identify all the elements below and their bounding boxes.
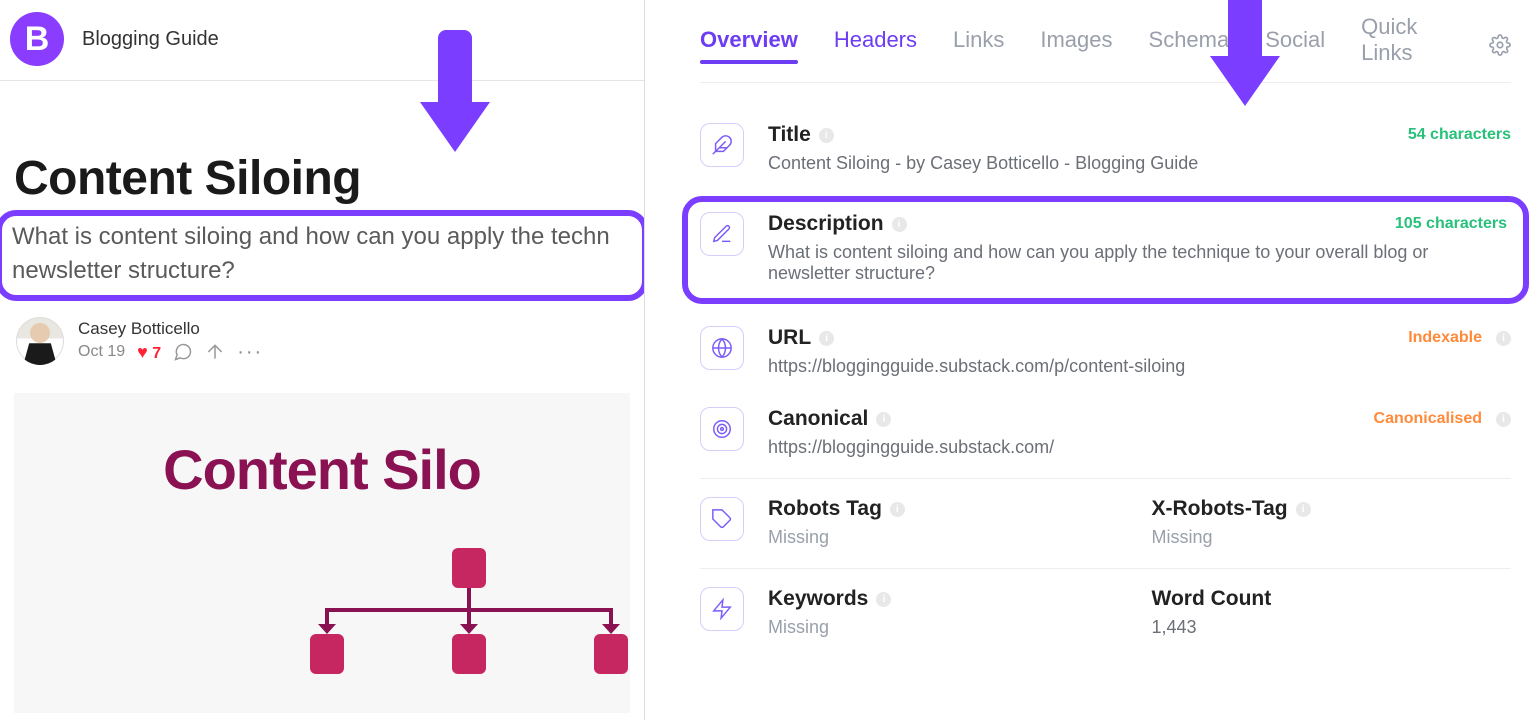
- card-canonical: Canonical i Canonicalised i https://blog…: [700, 397, 1511, 479]
- tab-headers[interactable]: Headers: [834, 27, 917, 63]
- pencil-icon: [700, 212, 744, 256]
- info-icon[interactable]: i: [876, 412, 891, 427]
- canonical-badge: Canonicalised: [1374, 410, 1482, 428]
- info-icon[interactable]: i: [819, 128, 834, 143]
- title-value: Content Siloing - by Casey Botticello - …: [768, 153, 1511, 174]
- wordcount-value: 1,443: [1152, 617, 1512, 638]
- info-icon[interactable]: i: [819, 331, 834, 346]
- comment-icon[interactable]: [173, 342, 193, 362]
- author-row: Casey Botticello Oct 19 ♥ 7 ···: [0, 301, 644, 375]
- title-badge: 54 characters: [1408, 126, 1511, 144]
- tab-social[interactable]: Social: [1265, 27, 1325, 63]
- hero-title-text: Content Silo: [14, 437, 630, 502]
- like-count: 7: [152, 345, 161, 362]
- tab-overview[interactable]: Overview: [700, 27, 798, 63]
- keywords-label: Keywords: [768, 587, 868, 611]
- tab-bar: Overview Headers Links Images Schema Soc…: [700, 0, 1511, 83]
- canonical-value: https://bloggingguide.substack.com/: [768, 437, 1511, 458]
- info-icon[interactable]: i: [892, 217, 907, 232]
- url-badge: Indexable: [1408, 329, 1482, 347]
- info-icon[interactable]: i: [1496, 412, 1511, 427]
- url-value: https://bloggingguide.substack.com/p/con…: [768, 356, 1511, 377]
- card-robots-row: Robots Tag i Missing X-Robots-Tag i Miss…: [700, 487, 1511, 569]
- settings-button[interactable]: [1489, 34, 1511, 56]
- description-value: What is content siloing and how can you …: [768, 242, 1507, 284]
- bolt-icon: [700, 587, 744, 631]
- author-name[interactable]: Casey Botticello: [78, 319, 263, 339]
- robots-label: Robots Tag: [768, 497, 882, 521]
- description-label: Description: [768, 212, 884, 236]
- more-icon[interactable]: ···: [237, 341, 263, 364]
- hero-image: Content Silo: [14, 393, 630, 713]
- title-label: Title: [768, 123, 811, 147]
- feather-icon: [700, 123, 744, 167]
- info-icon[interactable]: i: [1496, 331, 1511, 346]
- post-date: Oct 19: [78, 343, 125, 361]
- card-keywords-row: Keywords i Missing Word Count 1,443: [700, 577, 1511, 658]
- publication-header: B Blogging Guide: [0, 0, 644, 81]
- heart-icon: ♥: [137, 342, 148, 362]
- xrobots-value: Missing: [1152, 527, 1512, 548]
- post-subtitle: What is content siloing and how can you …: [12, 220, 632, 287]
- publication-name[interactable]: Blogging Guide: [82, 28, 219, 51]
- author-avatar[interactable]: [16, 317, 64, 365]
- robots-value: Missing: [768, 527, 1128, 548]
- canonical-label: Canonical: [768, 407, 868, 431]
- article-preview-pane: B Blogging Guide Content Siloing What is…: [0, 0, 645, 720]
- like-button[interactable]: ♥ 7: [137, 342, 161, 363]
- card-title: Title i 54 characters Content Siloing - …: [700, 113, 1511, 194]
- card-description-highlight: Description i 105 characters What is con…: [682, 196, 1529, 304]
- publication-logo[interactable]: B: [10, 12, 64, 66]
- keywords-value: Missing: [768, 617, 1128, 638]
- tab-schema[interactable]: Schema: [1149, 27, 1230, 63]
- info-icon[interactable]: i: [876, 592, 891, 607]
- post-title: Content Siloing: [0, 81, 644, 210]
- globe-icon: [700, 326, 744, 370]
- card-url: URL i Indexable i https://bloggingguide.…: [700, 316, 1511, 397]
- description-badge: 105 characters: [1395, 215, 1507, 233]
- url-label: URL: [768, 326, 811, 350]
- tab-links[interactable]: Links: [953, 27, 1004, 63]
- wordcount-label: Word Count: [1152, 587, 1272, 611]
- target-icon: [700, 407, 744, 451]
- xrobots-label: X-Robots-Tag: [1152, 497, 1288, 521]
- tab-images[interactable]: Images: [1040, 27, 1112, 63]
- post-subtitle-highlight: What is content siloing and how can you …: [0, 210, 645, 301]
- tag-icon: [700, 497, 744, 541]
- seo-inspector-pane: Overview Headers Links Images Schema Soc…: [645, 0, 1536, 720]
- info-icon[interactable]: i: [890, 502, 905, 517]
- info-icon[interactable]: i: [1296, 502, 1311, 517]
- tab-quick-links[interactable]: Quick Links: [1361, 14, 1453, 76]
- share-icon[interactable]: [205, 342, 225, 362]
